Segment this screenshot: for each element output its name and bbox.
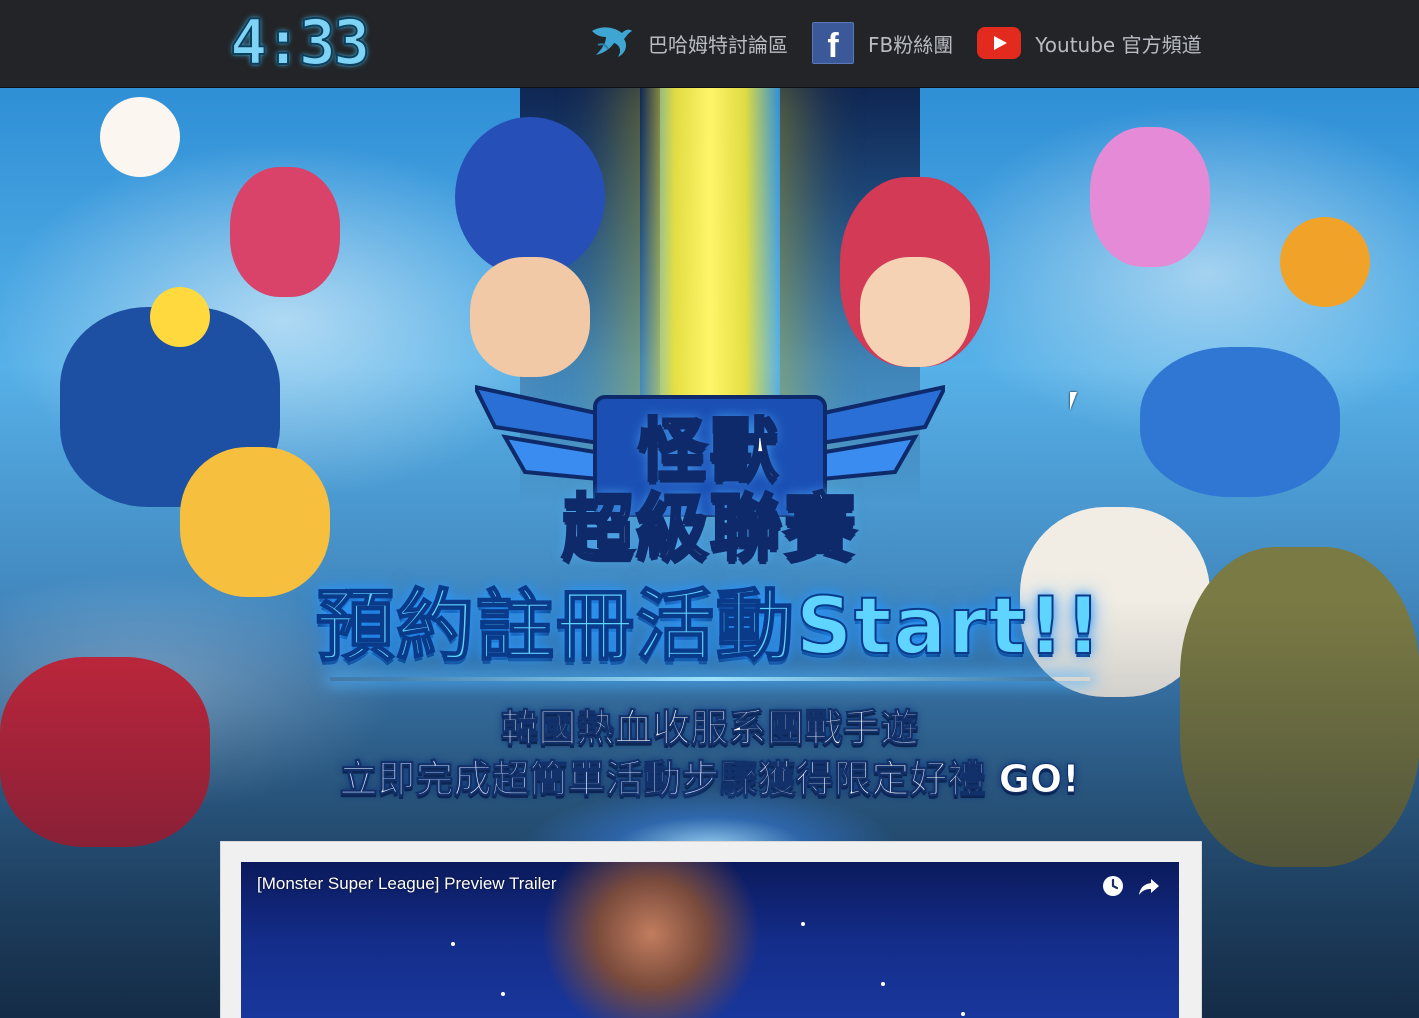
youtube-video-player[interactable]: [Monster Super League] Preview Trailer (241, 862, 1179, 1018)
facebook-fanpage-label: FB粉絲團 (868, 32, 954, 57)
mouse-cursor (1070, 392, 1077, 410)
bahamut-forum-label: 巴哈姆特討論區 (648, 32, 788, 57)
game-logo-line2: 超級聯賽 (560, 485, 858, 572)
youtube-channel-link[interactable]: Youtube 官方頻道 (977, 27, 1202, 59)
light-burst (520, 787, 900, 847)
video-star (501, 992, 505, 996)
bahamut-forum-link[interactable]: 巴哈姆特討論區 (588, 23, 788, 63)
tagline-1: 韓國熱血收服系團戰手遊 (500, 706, 919, 751)
social-links: 巴哈姆特討論區 f FB粉絲團 Youtube 官方頻道 (588, 16, 1226, 70)
video-title[interactable]: [Monster Super League] Preview Trailer (257, 874, 557, 894)
youtube-channel-label: Youtube 官方頻道 (1035, 32, 1202, 57)
facebook-fanpage-link[interactable]: f FB粉絲團 (812, 22, 953, 64)
headline-glow-line (330, 677, 1090, 681)
video-card: [Monster Super League] Preview Trailer (220, 841, 1202, 1018)
youtube-icon (977, 27, 1022, 59)
video-star (961, 1012, 965, 1016)
video-star (451, 942, 455, 946)
site-logo[interactable]: 4:33 (229, 7, 371, 79)
facebook-icon: f (812, 22, 854, 64)
pre-registration-headline: 預約註冊活動Start!! (315, 581, 1103, 673)
video-star (801, 922, 805, 926)
game-logo: 怪獸 超級聯賽 (475, 377, 945, 587)
video-thumbnail-figure (541, 862, 761, 1018)
hero-banner: 怪獸 超級聯賽 預約註冊活動Start!! 韓國熱血收服系團戰手遊 立即完成超簡… (0, 87, 1419, 1018)
dragon-icon (592, 27, 632, 57)
share-icon[interactable] (1137, 874, 1161, 898)
top-nav-bar: 4:33 巴哈姆特討論區 f FB粉絲團 Youtube 官方頻道 (0, 0, 1419, 88)
clock-icon[interactable] (1101, 874, 1125, 898)
video-star (881, 982, 885, 986)
